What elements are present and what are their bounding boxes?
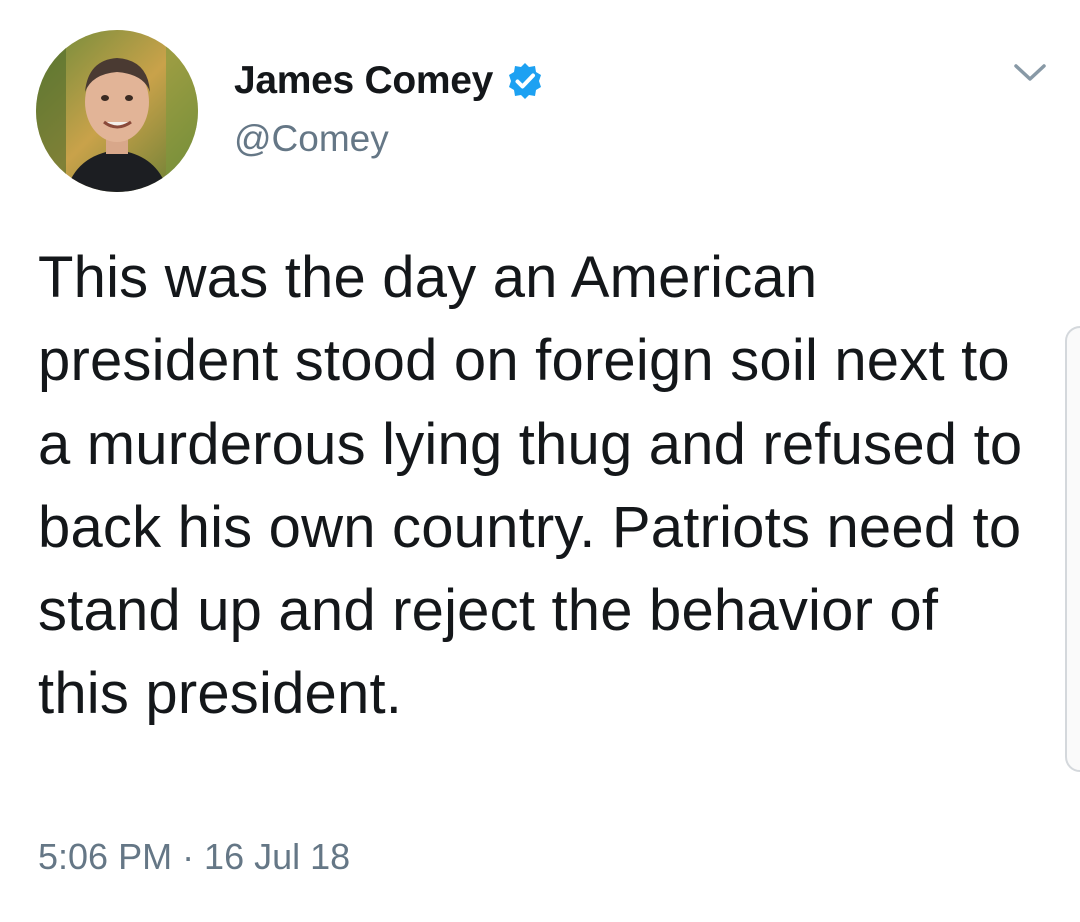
avatar[interactable] <box>36 30 198 192</box>
author-display-name[interactable]: James Comey <box>234 59 493 103</box>
tweet-text: This was the day an American president s… <box>38 245 1023 727</box>
author-name-row: James Comey <box>234 55 545 107</box>
author-handle[interactable]: @Comey <box>234 118 389 160</box>
scrollbar[interactable] <box>1065 326 1080 772</box>
chevron-down-icon[interactable] <box>1010 58 1050 86</box>
profile-photo <box>36 30 198 192</box>
verified-badge-icon <box>509 63 542 99</box>
tweet-timestamp[interactable]: 5:06 PM · 16 Jul 18 <box>38 836 350 878</box>
